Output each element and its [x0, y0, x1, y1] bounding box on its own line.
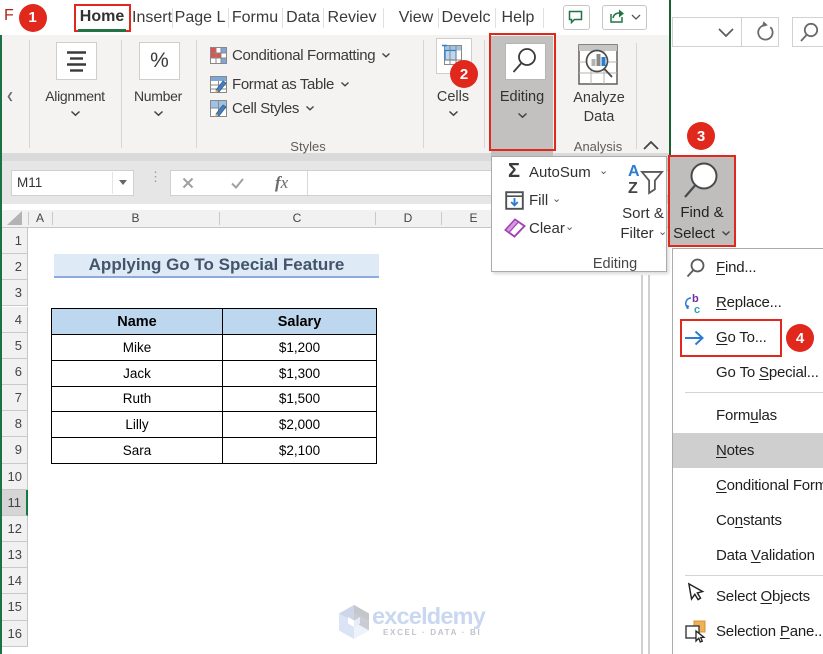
svg-text:c: c: [694, 304, 700, 316]
